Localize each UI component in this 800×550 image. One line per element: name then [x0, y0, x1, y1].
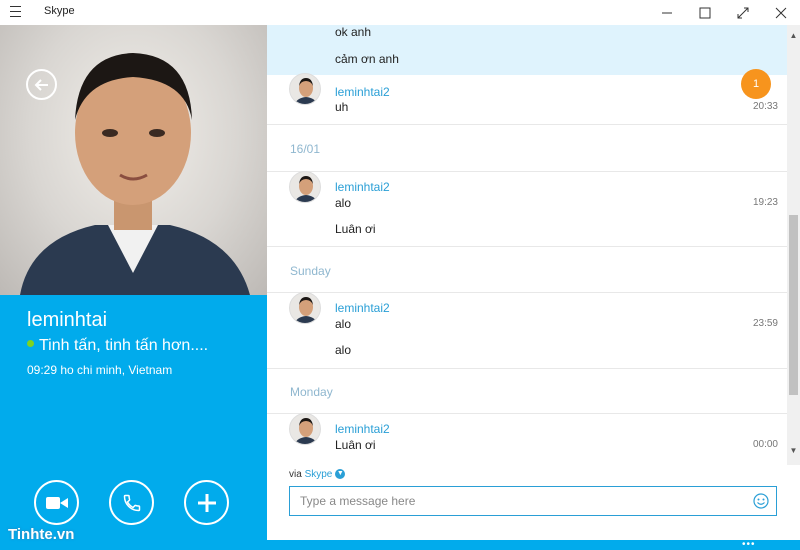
- message-text: alo: [335, 196, 352, 210]
- app-bar: [0, 540, 800, 550]
- video-call-button[interactable]: [34, 480, 79, 525]
- video-camera-icon: [45, 496, 68, 509]
- app-title: Skype: [44, 5, 75, 17]
- close-icon: [775, 7, 787, 18]
- via-prefix: via: [289, 469, 302, 480]
- send-via-selector[interactable]: via Skype ▼: [289, 469, 346, 480]
- phone-icon: [123, 494, 140, 511]
- date-separator: 16/01: [290, 142, 321, 156]
- fullscreen-button[interactable]: [724, 0, 762, 25]
- scroll-up-arrow-icon[interactable]: ▲: [787, 31, 800, 40]
- date-separator: Sunday: [290, 264, 331, 278]
- message-text: cảm ơn anh: [335, 52, 399, 66]
- plus-icon: [197, 493, 216, 512]
- divider: [267, 246, 787, 247]
- expand-diagonal-icon: [737, 7, 749, 18]
- maximize-button[interactable]: [686, 0, 724, 25]
- contact-mood: Tinh tấn, tinh tấn hơn....: [27, 337, 208, 355]
- divider: [267, 124, 787, 125]
- divider: [267, 368, 787, 369]
- sender-avatar[interactable]: [289, 171, 321, 203]
- message-text: Luân ơi: [335, 438, 376, 452]
- maximize-icon: [699, 7, 711, 18]
- message-text: alo: [335, 343, 352, 357]
- sender-avatar[interactable]: [289, 413, 321, 445]
- profile-panel: leminhtai Tinh tấn, tinh tấn hơn.... 09:…: [0, 25, 267, 540]
- minimize-icon: [662, 12, 672, 13]
- divider: [267, 413, 787, 414]
- hamburger-menu-icon[interactable]: [10, 6, 22, 18]
- watermark-text: Tinhte.vn: [8, 526, 75, 543]
- message-time: 20:33: [752, 101, 778, 112]
- message-text: Luân ơi: [335, 222, 376, 236]
- more-options-icon[interactable]: •••: [742, 540, 756, 550]
- title-bar: Skype: [0, 0, 800, 25]
- close-button[interactable]: [762, 0, 800, 25]
- avatar-image: [294, 297, 318, 323]
- divider: [267, 171, 787, 172]
- profile-photo: [0, 25, 267, 295]
- mood-text: Tinh tấn, tinh tấn hơn....: [39, 337, 209, 354]
- sender-avatar[interactable]: [289, 292, 321, 324]
- back-button[interactable]: [26, 69, 57, 100]
- contact-name: leminhtai: [27, 309, 108, 331]
- message-time: 19:23: [752, 197, 778, 208]
- message-sender[interactable]: leminhtai2: [335, 301, 390, 315]
- message-sender[interactable]: leminhtai2: [335, 85, 390, 99]
- arrow-left-icon: [34, 78, 48, 91]
- scroll-down-arrow-icon[interactable]: ▼: [787, 446, 800, 455]
- audio-call-button[interactable]: [109, 480, 154, 525]
- message-text: ok anh: [335, 25, 372, 39]
- contact-local-time: 09:29 ho chi minh, Vietnam: [27, 363, 173, 377]
- avatar-image: [294, 78, 318, 104]
- message-sender[interactable]: leminhtai2: [335, 180, 390, 194]
- divider: [267, 292, 787, 293]
- add-button[interactable]: [184, 480, 229, 525]
- message-time: 23:59: [752, 318, 778, 329]
- message-sender[interactable]: leminhtai2: [335, 422, 390, 436]
- message-composer: [289, 486, 777, 516]
- chat-scrollbar[interactable]: ▲ ▼: [787, 25, 800, 465]
- minimize-button[interactable]: [648, 0, 686, 25]
- date-separator: Monday: [290, 385, 333, 399]
- via-service[interactable]: Skype: [305, 469, 333, 480]
- message-time: 00:00: [752, 439, 778, 450]
- online-status-icon: [27, 340, 34, 348]
- unread-badge[interactable]: 1: [741, 69, 771, 99]
- person-portrait-image: [20, 53, 250, 295]
- message-text: uh: [335, 100, 349, 114]
- conversation-history[interactable]: ok anh cảm ơn anh leminhtai2 uh 20:33 1 …: [267, 25, 800, 465]
- sender-avatar[interactable]: [289, 73, 321, 105]
- message-text: alo: [335, 317, 352, 331]
- chevron-down-icon[interactable]: ▼: [335, 469, 346, 480]
- message-input[interactable]: [290, 487, 740, 515]
- avatar-image: [294, 418, 318, 444]
- scroll-thumb[interactable]: [789, 215, 798, 395]
- emoticon-icon[interactable]: [753, 493, 769, 509]
- avatar-image: [294, 176, 318, 202]
